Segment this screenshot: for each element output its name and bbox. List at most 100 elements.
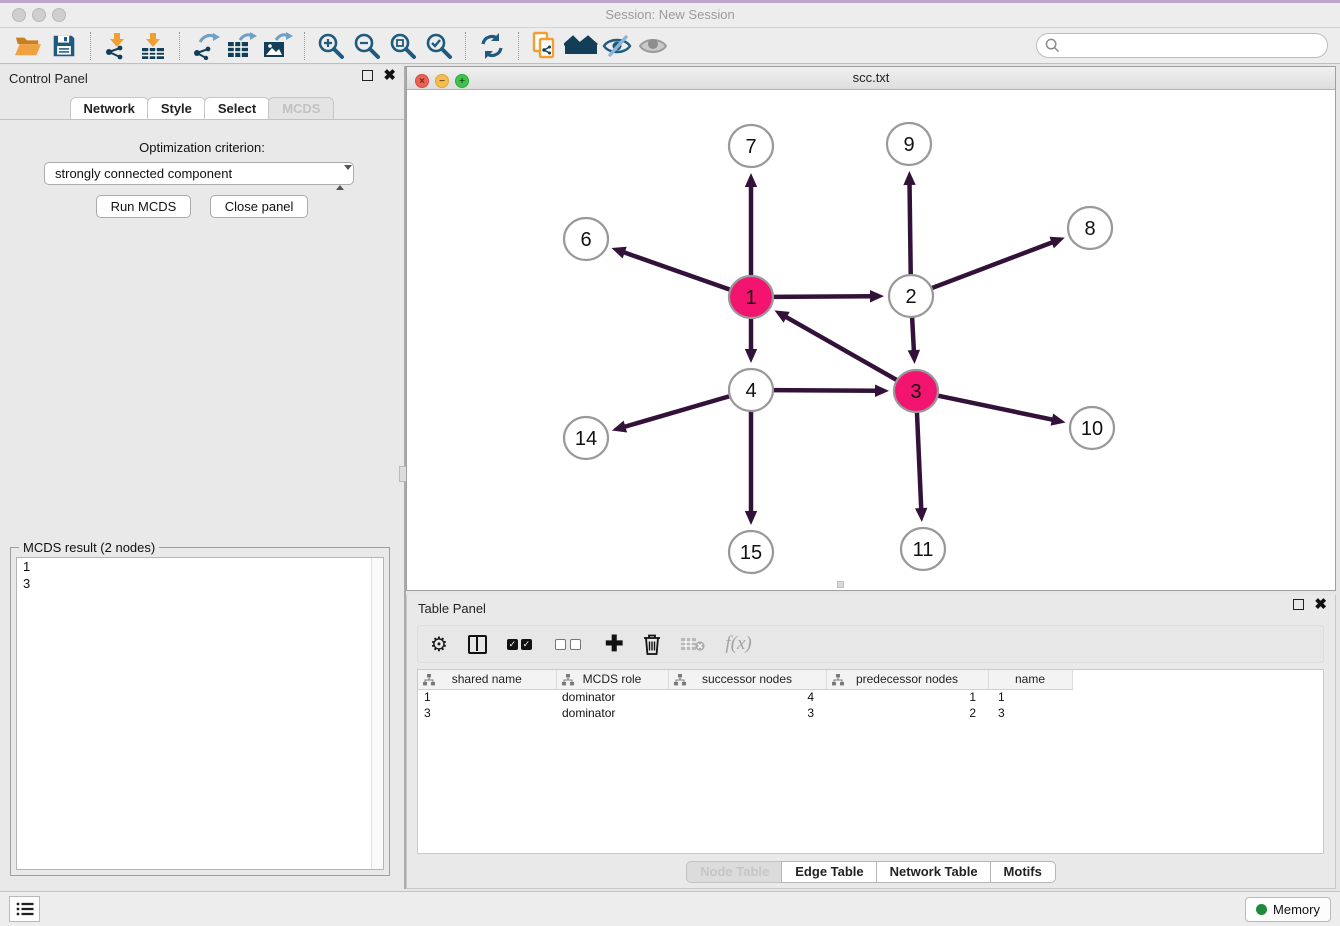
hide-selected-icon[interactable] — [599, 30, 635, 62]
import-table-icon[interactable] — [135, 30, 171, 62]
import-network-icon[interactable] — [99, 30, 135, 62]
cell-shared-name[interactable]: 3 — [418, 705, 556, 721]
column-header-mcds-role[interactable]: MCDS role — [556, 670, 668, 689]
memory-button[interactable]: Memory — [1245, 897, 1331, 922]
cell-name[interactable]: 1 — [988, 689, 1072, 705]
minimize-view-icon[interactable]: − — [435, 74, 449, 88]
table-tabs: Node TableEdge TableNetwork TableMotifs — [407, 861, 1335, 883]
cell-shared-name[interactable]: 1 — [418, 689, 556, 705]
tab-select[interactable]: Select — [204, 97, 270, 120]
cell-mcds-role[interactable]: dominator — [556, 689, 668, 705]
tab-network[interactable]: Network — [70, 97, 149, 120]
edge-2-9[interactable] — [910, 183, 911, 274]
unselect-all-columns-icon[interactable] — [555, 631, 585, 657]
tab-mcds[interactable]: MCDS — [268, 97, 334, 120]
list-icon — [16, 902, 34, 916]
export-table-icon[interactable] — [224, 30, 260, 62]
statusbar: Memory — [0, 891, 1340, 926]
edge-arrowhead — [908, 350, 920, 364]
edge-4-14[interactable] — [623, 396, 729, 427]
edge-3-10[interactable] — [938, 396, 1054, 420]
criterion-select[interactable]: strongly connected component — [44, 162, 354, 185]
edge-4-3[interactable] — [773, 390, 877, 391]
close-view-icon[interactable]: × — [415, 74, 429, 88]
column-header-name[interactable]: name — [988, 670, 1072, 689]
maximize-window-icon[interactable] — [52, 8, 66, 22]
edge-arrowhead — [1049, 237, 1064, 249]
node-label-15: 15 — [740, 542, 762, 564]
node-label-8: 8 — [1084, 218, 1095, 240]
cell-successor-nodes[interactable]: 4 — [668, 689, 826, 705]
app-title: Session: New Session — [0, 3, 1340, 27]
close-table-panel-icon[interactable]: ✖ — [1314, 599, 1327, 610]
mcds-panel: Optimization criterion: strongly connect… — [0, 119, 404, 889]
result-node: 1 — [17, 558, 383, 575]
float-panel-icon[interactable] — [362, 70, 373, 81]
table-header-row[interactable]: shared nameMCDS rolesuccessor nodesprede… — [418, 670, 1323, 689]
node-label-9: 9 — [903, 134, 914, 156]
cell-predecessor-nodes[interactable]: 2 — [826, 705, 988, 721]
tab-network-table[interactable]: Network Table — [876, 861, 992, 883]
delete-table-icon — [681, 631, 705, 657]
column-header-shared-name[interactable]: shared name — [418, 670, 556, 689]
edge-arrowhead — [1051, 413, 1066, 425]
toolbar-separator — [90, 32, 91, 60]
table-settings-gear-icon[interactable]: ⚙ — [430, 631, 448, 657]
task-history-button[interactable] — [9, 896, 40, 922]
node-table[interactable]: shared nameMCDS rolesuccessor nodesprede… — [417, 669, 1324, 854]
column-header-successor-nodes[interactable]: successor nodes — [668, 670, 826, 689]
network-window-titlebar[interactable]: ×−+ scc.txt — [407, 67, 1335, 90]
edge-2-3[interactable] — [912, 318, 914, 352]
close-panel-button[interactable]: Close panel — [210, 195, 309, 218]
close-panel-icon[interactable]: ✖ — [383, 70, 396, 81]
edge-3-11[interactable] — [917, 413, 921, 510]
zoom-selected-icon[interactable] — [421, 30, 457, 62]
refresh-icon[interactable] — [474, 30, 510, 62]
control-panel-title: Control Panel — [9, 71, 88, 86]
add-column-icon[interactable]: ✚ — [605, 631, 623, 657]
maximize-view-icon[interactable]: + — [455, 74, 469, 88]
home-layout-icon[interactable] — [563, 30, 599, 62]
cell-successor-nodes[interactable]: 3 — [668, 705, 826, 721]
zoom-out-icon[interactable] — [349, 30, 385, 62]
export-network-icon[interactable] — [188, 30, 224, 62]
float-table-panel-icon[interactable] — [1293, 599, 1304, 610]
show-columns-icon[interactable] — [468, 631, 487, 657]
edge-arrowhead — [915, 508, 927, 522]
search-input[interactable] — [1060, 36, 1327, 56]
tab-node-table[interactable]: Node Table — [686, 861, 783, 883]
cell-mcds-role[interactable]: dominator — [556, 705, 668, 721]
cell-predecessor-nodes[interactable]: 1 — [826, 689, 988, 705]
column-header-predecessor-nodes[interactable]: predecessor nodes — [826, 670, 988, 689]
cell-name[interactable]: 3 — [988, 705, 1072, 721]
table-row[interactable]: 3dominator323 — [418, 705, 1323, 721]
minimize-window-icon[interactable] — [32, 8, 46, 22]
edge-2-8[interactable] — [932, 242, 1054, 288]
tab-motifs[interactable]: Motifs — [990, 861, 1056, 883]
search-field[interactable] — [1036, 33, 1328, 58]
result-scrollbar[interactable] — [371, 558, 383, 869]
zoom-in-icon[interactable] — [313, 30, 349, 62]
edge-1-2[interactable] — [773, 296, 872, 297]
resize-grip[interactable] — [837, 581, 844, 588]
show-all-icon[interactable] — [635, 30, 671, 62]
edge-3-1[interactable] — [785, 316, 897, 380]
table-row[interactable]: 1dominator411 — [418, 689, 1323, 705]
open-session-icon[interactable] — [10, 30, 46, 62]
tab-style[interactable]: Style — [147, 97, 206, 120]
select-all-columns-icon[interactable]: ✓✓ — [507, 631, 535, 657]
graph-canvas[interactable]: 1234678910111415 — [407, 90, 1335, 590]
select-stepper-icon — [336, 167, 346, 181]
export-image-icon[interactable] — [260, 30, 296, 62]
run-mcds-button[interactable]: Run MCDS — [96, 195, 192, 218]
close-window-icon[interactable] — [12, 8, 26, 22]
tab-edge-table[interactable]: Edge Table — [781, 861, 877, 883]
zoom-fit-icon[interactable] — [385, 30, 421, 62]
copy-style-icon[interactable] — [527, 30, 563, 62]
edge-arrowhead — [903, 171, 915, 185]
result-node: 3 — [17, 575, 383, 592]
delete-column-icon[interactable] — [643, 631, 661, 657]
edge-1-6[interactable] — [623, 252, 730, 290]
save-session-icon[interactable] — [46, 30, 82, 62]
mcds-result-list[interactable]: 13 — [16, 557, 384, 870]
